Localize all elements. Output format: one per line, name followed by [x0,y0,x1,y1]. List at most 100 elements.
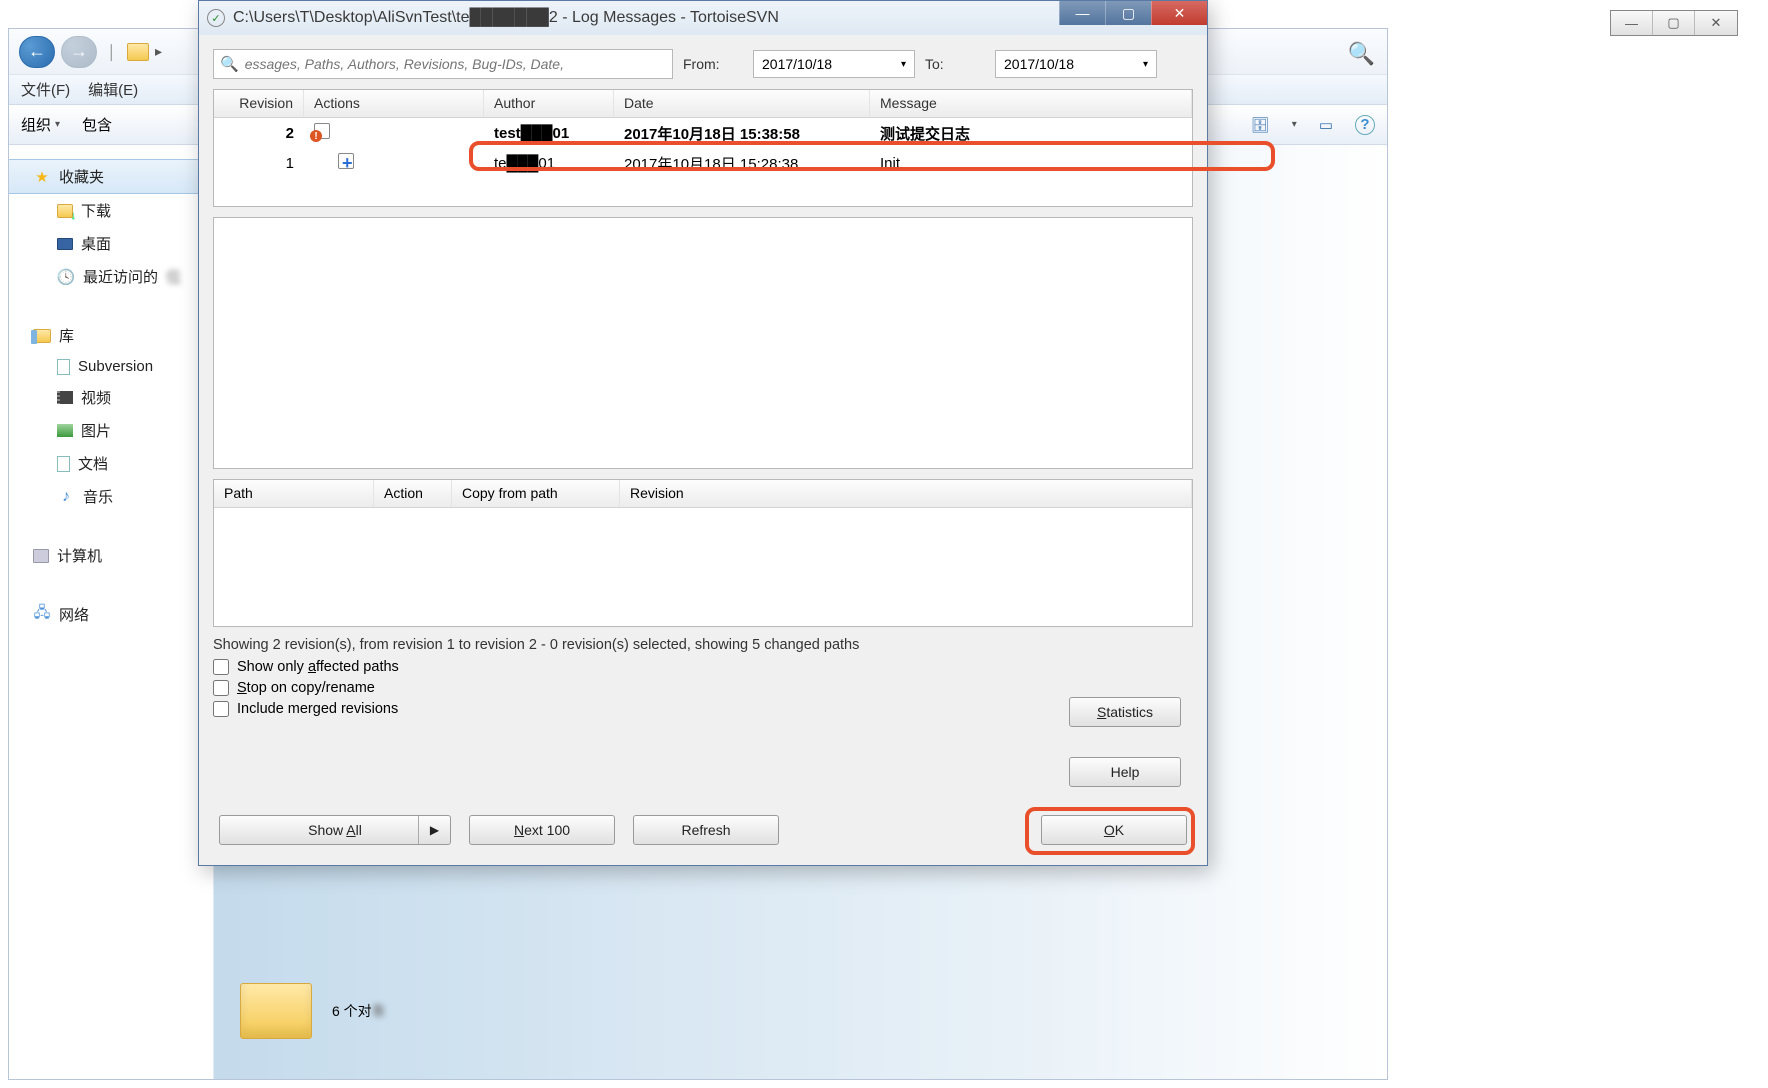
toolbar-organize[interactable]: 组织 ▾ [21,114,60,135]
col-copy-from[interactable]: Copy from path [452,480,620,507]
video-icon [57,391,73,404]
files-list-header: Path Action Copy from path Revision [214,480,1192,508]
minimize-button[interactable]: — [1059,1,1105,25]
to-label: To: [925,56,985,72]
view-mode-icon[interactable]: 🗄 [1251,116,1270,134]
sidebar-music[interactable]: ♪ 音乐 [9,480,213,513]
cell-date: 2017年10月18日 15:38:58 [614,119,870,148]
sidebar-label: 音乐 [83,486,113,507]
bg-window-controls: — ▢ ✕ [1610,10,1738,36]
menu-edit[interactable]: 编辑(E) [88,79,138,100]
tortoisesvn-icon [207,9,225,27]
sidebar-label: 收藏夹 [59,166,104,187]
cell-revision: 1 [214,151,304,176]
cell-actions [304,149,484,177]
col-revision[interactable]: Revision [214,90,304,117]
col-actions[interactable]: Actions [304,90,484,117]
cell-revision: 2 [214,121,304,146]
checkbox[interactable] [213,680,229,696]
col-action[interactable]: Action [374,480,452,507]
sidebar-label: 计算机 [57,545,102,566]
nav-separator: │ [103,44,121,60]
sidebar-recent[interactable]: 🕓最近访问的位 [9,260,213,293]
desktop-icon [57,238,73,250]
filter-input[interactable] [245,56,666,72]
folder-icon [127,43,149,61]
dropdown-arrow-icon[interactable]: ▶ [418,816,450,844]
bg-max-button[interactable]: ▢ [1653,11,1695,35]
filter-search-box[interactable]: 🔍 [213,49,673,79]
network-icon: 🖧 [33,606,51,624]
sidebar-label: 网络 [59,604,89,625]
statistics-button[interactable]: Statistics [1069,697,1181,727]
checkbox[interactable] [213,701,229,717]
col-path[interactable]: Path [214,480,374,507]
checkbox[interactable] [213,659,229,675]
back-button[interactable]: ← [19,36,55,68]
col-author[interactable]: Author [484,90,614,117]
to-date-picker[interactable]: 2017/10/18▾ [995,50,1157,78]
sidebar-label: 文档 [78,453,108,474]
revision-row[interactable]: 1 te███01 2017年10月18日 15:28:38 Init [214,148,1192,178]
next-100-button[interactable]: Next 100 [469,815,615,845]
preview-pane-icon[interactable]: ▭ [1319,116,1333,134]
modified-icon [314,123,330,139]
music-icon: ♪ [57,488,75,506]
toolbar-include[interactable]: 包含 [82,114,112,135]
cell-author: te███01 [484,151,614,176]
chk-affected-paths[interactable]: Show only affected paths [213,659,1193,675]
dialog-titlebar[interactable]: C:\Users\T\Desktop\AliSvnTest\te███████2… [199,1,1207,35]
sidebar-favorites[interactable]: ★ 收藏夹 [9,159,213,194]
sidebar-label: 库 [59,325,74,346]
col-date[interactable]: Date [614,90,870,117]
cell-message: Init [870,151,1192,176]
sidebar-downloads[interactable]: 下载 [9,194,213,227]
cell-message: 测试提交日志 [870,119,1192,148]
search-icon[interactable]: 🔍 [1348,41,1375,67]
sidebar-subversion[interactable]: Subversion [9,352,213,381]
cell-date: 2017年10月18日 15:28:38 [614,149,870,178]
sidebar-pictures[interactable]: 图片 [9,414,213,447]
menu-file[interactable]: 文件(F) [21,79,70,100]
log-message-pane[interactable] [213,217,1193,469]
dialog-title-text: C:\Users\T\Desktop\AliSvnTest\te███████2… [233,9,779,27]
revision-list[interactable]: Revision Actions Author Date Message 2 t… [213,89,1193,207]
star-icon: ★ [33,168,51,186]
from-date-value: 2017/10/18 [762,56,832,72]
col-file-revision[interactable]: Revision [620,480,1192,507]
changed-files-list[interactable]: Path Action Copy from path Revision [213,479,1193,627]
refresh-button[interactable]: Refresh [633,815,779,845]
sidebar-network[interactable]: 🖧 网络 [9,598,213,631]
revision-row[interactable]: 2 test███01 2017年10月18日 15:38:58 测试提交日志 [214,118,1192,148]
sidebar-desktop[interactable]: 桌面 [9,227,213,260]
folder-info: 6 个对象 [240,983,386,1039]
blurred-text: 位 [166,266,181,287]
chevron-right-icon: ▸ [155,43,162,60]
forward-button[interactable]: → [61,36,97,68]
chevron-down-icon: ▾ [901,59,906,70]
show-all-button[interactable]: Show All▶ [219,815,451,845]
from-date-picker[interactable]: 2017/10/18 ▾ [753,50,915,78]
bg-min-button[interactable]: — [1611,11,1653,35]
sidebar-video[interactable]: 视频 [9,381,213,414]
chk-include-merged[interactable]: Include merged revisions [213,701,1193,717]
to-date-value: 2017/10/18 [1004,56,1074,72]
sidebar-library[interactable]: 库 [9,319,213,352]
close-button[interactable]: ✕ [1151,1,1207,25]
sidebar-computer[interactable]: 计算机 [9,539,213,572]
downloads-icon [57,204,73,218]
help-icon[interactable]: ? [1355,115,1375,135]
col-message[interactable]: Message [870,90,1192,117]
document-icon [57,359,70,375]
ok-button[interactable]: OK [1041,815,1187,845]
revision-list-header: Revision Actions Author Date Message [214,90,1192,118]
search-icon: 🔍 [220,55,239,73]
chk-stop-on-copy[interactable]: Stop on copy/rename [213,680,1193,696]
maximize-button[interactable]: ▢ [1105,1,1151,25]
help-button[interactable]: Help [1069,757,1181,787]
sidebar-label: 桌面 [81,233,111,254]
sidebar-documents[interactable]: 文档 [9,447,213,480]
folder-icon [240,983,312,1039]
bg-close-button[interactable]: ✕ [1695,11,1737,35]
sidebar-label: 视频 [81,387,111,408]
